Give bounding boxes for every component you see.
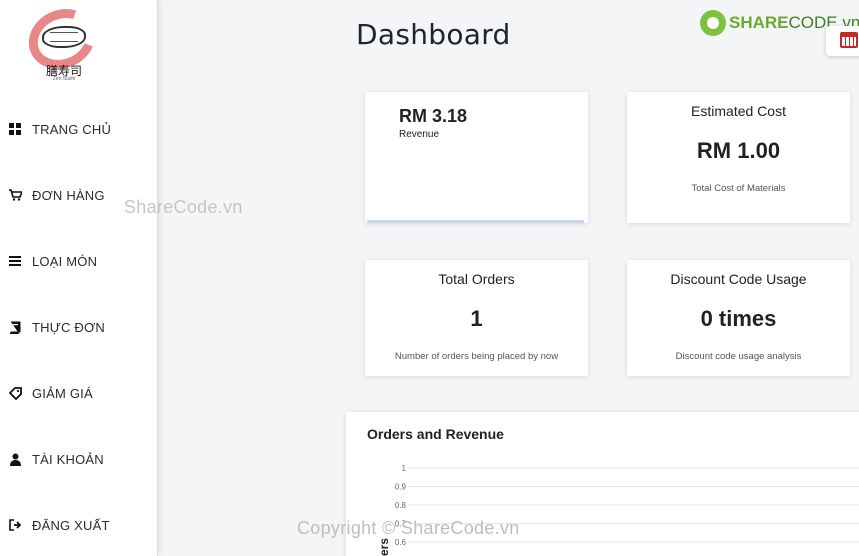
- brand-text-part1: SHARE: [729, 13, 789, 32]
- card-value: RM 1.00: [696, 138, 781, 163]
- calendar-icon: [840, 32, 858, 48]
- book-icon: [8, 320, 22, 334]
- watermark-sharecode: ShareCode.vn: [124, 197, 243, 217]
- card-note: Number of orders being placed by now: [394, 351, 559, 362]
- total-orders-card: Total Orders 1 Number of orders being pl…: [365, 260, 588, 376]
- sidebar-item-menu[interactable]: THỰC ĐƠN: [0, 312, 158, 342]
- estimated-cost-card: Estimated Cost RM 1.00 Total Cost of Mat…: [627, 92, 850, 223]
- card-note: Discount code usage analysis: [675, 351, 802, 362]
- dashboard-grid-icon: [8, 122, 22, 136]
- orders-revenue-chart[interactable]: 10.90.80.70.6ers: [346, 452, 859, 556]
- chart-title: Orders and Revenue: [367, 426, 504, 442]
- sidebar-item-label: LOẠI MÓN: [32, 253, 98, 269]
- revenue-label: Revenue: [399, 129, 440, 140]
- shopping-cart-icon: [8, 188, 22, 202]
- sidebar-item-label: GIẢM GIÁ: [32, 385, 93, 401]
- page-title: Dashboard: [356, 18, 511, 51]
- y-tick-label: 1: [402, 464, 407, 473]
- y-tick-label: 0.6: [395, 538, 407, 547]
- card-note: Total Cost of Materials: [691, 183, 786, 194]
- sidebar: 膳寿司 Zen Sushi TRANG CHỦ ĐƠN HÀNG LOẠI MÓ…: [0, 0, 158, 556]
- card-title: Total Orders: [438, 271, 515, 287]
- sidebar-item-label: TRANG CHỦ: [32, 121, 112, 137]
- revenue-card: RM 3.18 Revenue: [365, 92, 588, 223]
- sidebar-item-label: ĐĂNG XUẤT: [32, 517, 110, 533]
- watermark-copyright: Copyright © ShareCode.vn: [297, 518, 520, 538]
- sidebar-item-discounts[interactable]: GIẢM GIÁ: [0, 378, 158, 408]
- sidebar-item-categories[interactable]: LOẠI MÓN: [0, 246, 158, 276]
- sidebar-item-label: TÀI KHOẢN: [32, 451, 104, 467]
- y-tick-label: 0.8: [395, 501, 407, 510]
- y-axis-label: ers: [377, 538, 391, 556]
- logo-subtext: Zen Sushi: [52, 76, 76, 82]
- sidebar-item-logout[interactable]: ĐĂNG XUẤT: [0, 510, 158, 540]
- card-title: Discount Code Usage: [670, 271, 807, 287]
- sidebar-item-account[interactable]: TÀI KHOẢN: [0, 444, 158, 474]
- card-value: 0 times: [700, 306, 777, 331]
- sign-out-icon: [8, 518, 22, 532]
- sidebar-item-home[interactable]: TRANG CHỦ: [0, 114, 158, 144]
- sharecode-logo-icon: [700, 10, 726, 36]
- y-tick-label: 0.9: [395, 483, 407, 492]
- discount-usage-card: Discount Code Usage 0 times Discount cod…: [627, 260, 850, 376]
- sidebar-item-label: ĐƠN HÀNG: [32, 187, 105, 203]
- card-value: 1: [470, 306, 483, 331]
- card-title: Estimated Cost: [691, 103, 786, 119]
- revenue-value: RM 3.18: [399, 106, 468, 126]
- calendar-button[interactable]: [826, 26, 859, 56]
- user-icon: [8, 452, 22, 466]
- sidebar-item-label: THỰC ĐƠN: [32, 319, 105, 335]
- list-icon: [8, 254, 22, 268]
- zen-sushi-logo[interactable]: 膳寿司 Zen Sushi: [18, 0, 106, 82]
- sushi-icon: [42, 26, 86, 48]
- revenue-sparkline: [367, 220, 584, 223]
- tag-icon: [8, 386, 22, 400]
